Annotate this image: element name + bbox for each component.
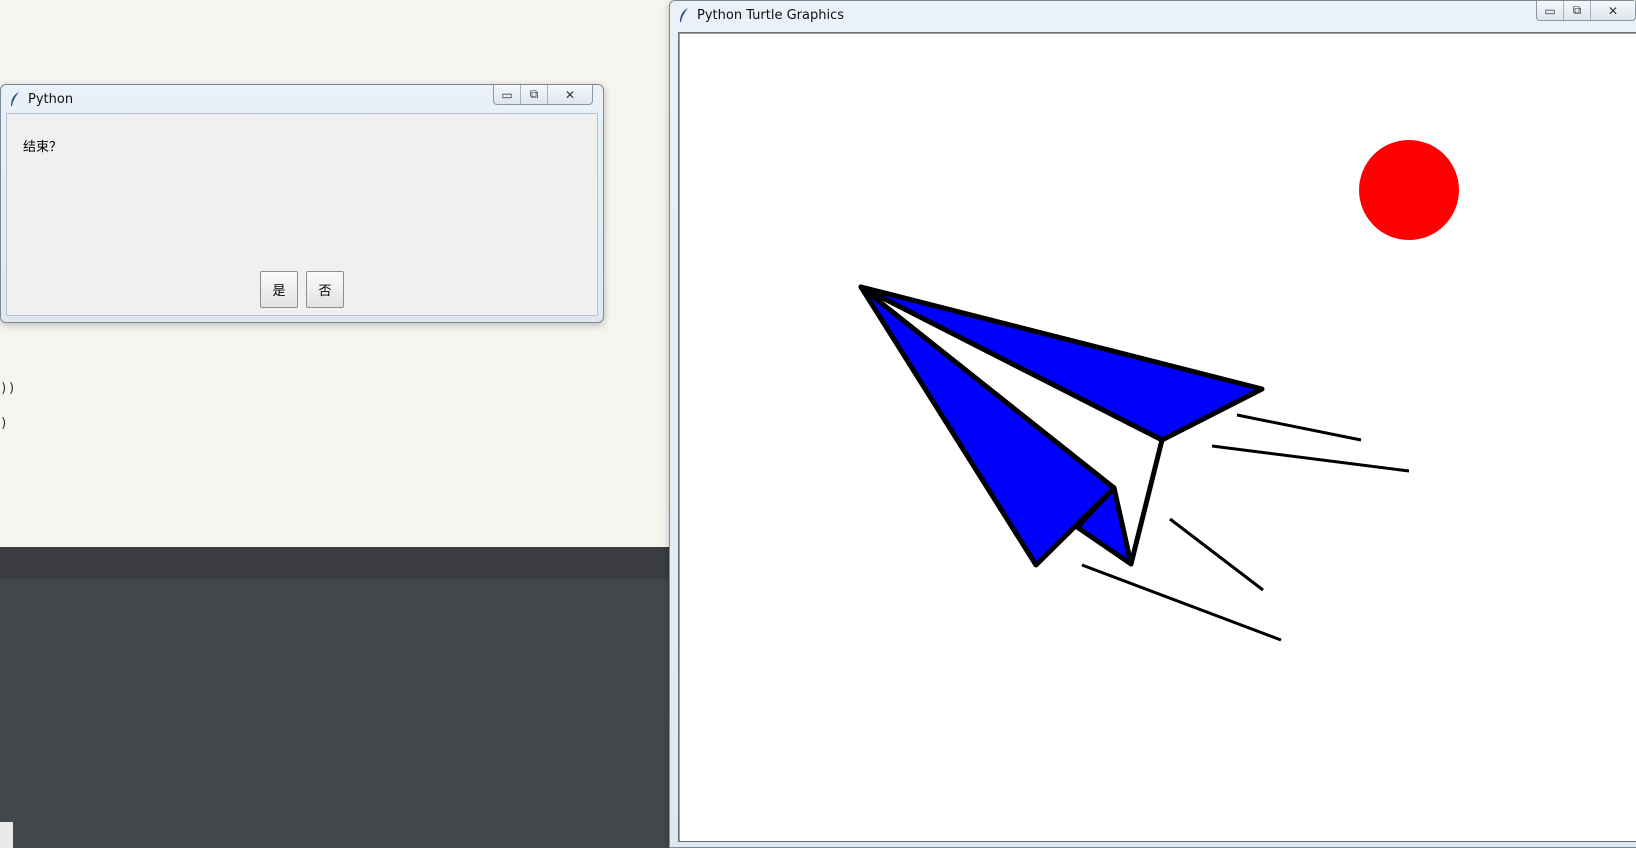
minimize-button[interactable]: ▭ xyxy=(494,85,520,104)
close-button[interactable]: ✕ xyxy=(1590,1,1635,20)
no-button[interactable]: 否 xyxy=(306,271,344,308)
feather-icon xyxy=(11,92,19,106)
editor-panel-bar xyxy=(0,547,672,579)
maximize-button[interactable]: ⧉ xyxy=(1563,1,1590,20)
editor-terminal-panel[interactable] xyxy=(0,579,672,848)
turtle-canvas[interactable] xyxy=(679,33,1636,841)
turtle-window-controls: ▭ ⧉ ✕ xyxy=(1536,1,1636,21)
dialog-message: 结束？ xyxy=(23,140,63,155)
dialog-body: 结束？ 是 否 xyxy=(6,113,598,316)
motion-line xyxy=(1211,444,1410,473)
turtle-titlebar[interactable]: Python Turtle Graphics ▭ ⧉ ✕ xyxy=(670,1,1636,29)
close-button[interactable]: ✕ xyxy=(547,85,592,104)
dialog-titlebar[interactable]: Python ▭ ⧉ ✕ xyxy=(1,85,603,113)
feather-icon xyxy=(680,8,688,22)
motion-line xyxy=(1081,563,1282,642)
maximize-button[interactable]: ⧉ xyxy=(520,85,547,104)
minimize-button[interactable]: ▭ xyxy=(1537,1,1563,20)
yes-button[interactable]: 是 xyxy=(260,271,298,308)
dialog-window: Python ▭ ⧉ ✕ 结束？ 是 否 xyxy=(0,84,604,323)
motion-line xyxy=(1236,413,1362,442)
sun-circle xyxy=(1359,140,1459,240)
code-line: ) xyxy=(0,416,8,431)
turtle-canvas-area[interactable] xyxy=(678,32,1636,842)
code-line: )) xyxy=(0,381,16,396)
dialog-window-controls: ▭ ⧉ ✕ xyxy=(493,85,593,105)
editor-corner-widget[interactable] xyxy=(0,822,13,848)
dialog-title: Python xyxy=(28,92,74,107)
turtle-window-title: Python Turtle Graphics xyxy=(697,8,844,23)
motion-line xyxy=(1169,517,1264,592)
turtle-window: Python Turtle Graphics ▭ ⧉ ✕ xyxy=(669,0,1636,848)
